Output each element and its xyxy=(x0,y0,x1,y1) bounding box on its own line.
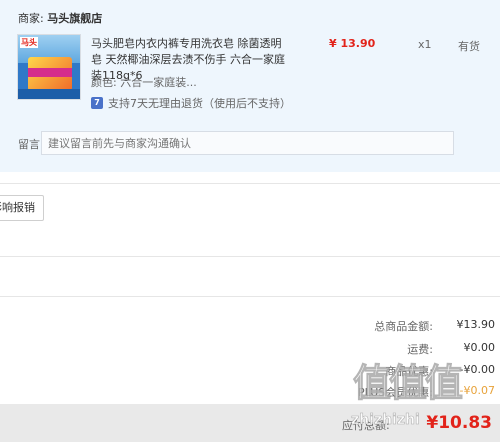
product-color-attr: 颜色: 六合一家庭装... xyxy=(91,74,197,90)
summary-value: ¥0.00 xyxy=(463,341,496,354)
merchant-name[interactable]: 马头旗舰店 xyxy=(47,12,102,25)
color-value: 六合一家庭装... xyxy=(120,76,197,89)
summary-label: 运费: xyxy=(407,343,433,356)
divider xyxy=(0,256,500,257)
thumbnail-brand-logo: 马头 xyxy=(20,37,38,48)
return-policy: 7 支持7天无理由退货（使用后不支持） xyxy=(91,95,291,111)
summary-row-discount: 商品优惠: -¥0.00 xyxy=(235,363,495,379)
summary-row-shipping: 运费: ¥0.00 xyxy=(235,341,495,357)
color-label: 颜色: xyxy=(91,76,117,89)
divider xyxy=(0,296,500,297)
summary-value: -¥0.07 xyxy=(459,384,495,397)
order-item-card: 商家: 马头旗舰店 马头 马头肥皂内衣内裤专用洗衣皂 除菌透明皂 天然椰油深层去… xyxy=(0,0,500,172)
stock-status: 有货 xyxy=(458,40,480,53)
merchant-info: 商家: 马头旗舰店 xyxy=(18,10,102,26)
payment-total-bar: 应付总额: ¥10.83 xyxy=(0,404,500,442)
product-price: ¥ 13.90 xyxy=(329,37,376,50)
thumbnail-base xyxy=(18,89,80,99)
summary-label: 商品优惠: xyxy=(385,365,433,378)
total-payable-label: 应付总额: xyxy=(342,419,390,432)
product-thumbnail[interactable]: 马头 xyxy=(17,34,81,100)
remark-label: 留言: xyxy=(18,138,44,151)
divider xyxy=(0,183,500,184)
total-payable-amount: ¥10.83 xyxy=(426,413,492,433)
merchant-label: 商家: xyxy=(18,12,44,25)
thumbnail-pack-band xyxy=(28,68,72,77)
summary-value: -¥0.00 xyxy=(459,363,495,376)
summary-row-subtotal: 总商品金额: ¥13.90 xyxy=(235,318,495,334)
invoice-option-button[interactable]: 影响报销 xyxy=(0,195,44,221)
return-policy-text: 支持7天无理由退货（使用后不支持） xyxy=(108,97,291,110)
summary-label: 总商品金额: xyxy=(374,320,433,333)
summary-value: ¥13.90 xyxy=(456,318,496,331)
remark-input[interactable] xyxy=(41,131,454,155)
summary-row-plus-discount: PLUS会员优惠: -¥0.07 xyxy=(235,384,495,400)
return-policy-icon: 7 xyxy=(91,97,103,109)
summary-label: PLUS会员优惠: xyxy=(358,386,433,399)
product-quantity: x1 xyxy=(418,38,432,51)
